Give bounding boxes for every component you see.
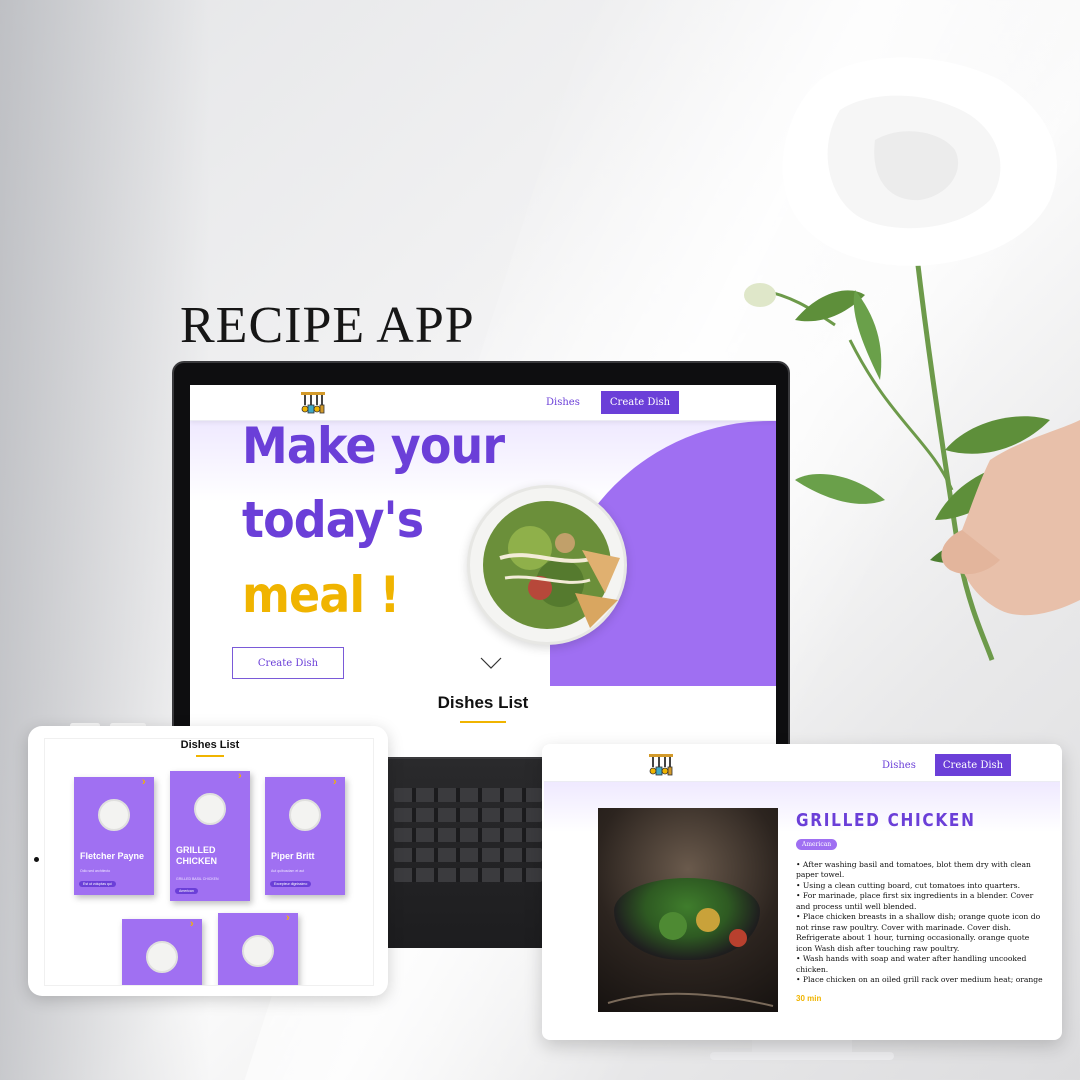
kitchen-utensils-icon[interactable] — [300, 390, 326, 416]
dish-photo — [598, 808, 778, 1012]
tablet: Dishes List › Fletcher Payne Odio sed ar… — [28, 726, 388, 996]
step-item: • Place chicken on an oiled grill rack o… — [796, 975, 1043, 984]
top-navbar: Dishes Create Dish — [544, 746, 1060, 782]
dish-thumbnail — [242, 935, 274, 967]
tablet-screen: Dishes List › Fletcher Payne Odio sed ar… — [44, 738, 374, 986]
dish-card-title: Piper Britt — [271, 851, 315, 861]
hero-create-dish-button[interactable]: Create Dish — [232, 647, 344, 679]
step-item: • Place chicken breasts in a shallow dis… — [796, 912, 1041, 953]
dish-time: 30 min — [796, 994, 822, 1003]
section-title-underline — [460, 721, 506, 723]
dish-card-title: GRILLED CHICKEN — [176, 845, 218, 866]
step-item: • For marinade, place first six ingredie… — [796, 891, 1034, 911]
dish-card-tag: American — [175, 888, 198, 894]
salad-plate-image — [467, 485, 627, 645]
dish-thumbnail — [98, 799, 130, 831]
step-item: • Wash hands with soap and water after h… — [796, 954, 1027, 974]
section-title: Dishes List — [437, 693, 529, 712]
laptop-screen: Dishes Create Dish Make your today's mea… — [190, 385, 776, 757]
dish-card[interactable]: › — [218, 912, 298, 985]
hero-headline-line1: Make your — [242, 417, 505, 475]
top-navbar: Dishes Create Dish — [190, 385, 776, 421]
laptop: Dishes Create Dish Make your today's mea… — [172, 361, 790, 759]
chevron-right-icon[interactable]: › — [142, 776, 146, 788]
dishes-list-underline — [196, 755, 224, 757]
dish-steps: • After washing basil and tomatoes, blot… — [796, 860, 1044, 984]
chevron-right-icon[interactable]: › — [190, 918, 194, 930]
nav-create-dish-button[interactable]: Create Dish — [601, 391, 679, 414]
monitor-screen: Dishes Create Dish GRILLED CHICKEN Ameri… — [544, 746, 1060, 1034]
dish-cuisine-badge: American — [796, 839, 838, 850]
hero-headline-line2: today's — [242, 491, 424, 549]
desktop-monitor: Dishes Create Dish GRILLED CHICKEN Ameri… — [542, 744, 1062, 1040]
monitor-stand-base — [710, 1052, 894, 1060]
dish-card[interactable]: › GRILLED CHICKEN GRILLED BASIL CHICKEN … — [170, 770, 250, 901]
nav-create-dish-button[interactable]: Create Dish — [935, 754, 1011, 776]
chevron-right-icon[interactable]: › — [286, 912, 290, 924]
tablet-camera — [34, 857, 39, 862]
dish-card[interactable]: › — [122, 918, 202, 985]
dish-card[interactable]: › Fletcher Payne Odio sed architecto Est… — [74, 776, 154, 895]
dish-thumbnail — [289, 799, 321, 831]
dish-thumbnail — [194, 793, 226, 825]
step-item: • Using a clean cutting board, cut tomat… — [796, 880, 1020, 890]
dish-card-subtitle: Aut quibusdam et aut — [271, 869, 305, 873]
dish-card-title: Fletcher Payne — [80, 851, 145, 861]
chevron-right-icon[interactable]: › — [238, 770, 242, 782]
dish-card-tag: Excepteur dignissimo — [270, 881, 312, 887]
brand-title: RECIPE APP — [180, 297, 475, 354]
nav-dishes-link[interactable]: Dishes — [882, 760, 916, 771]
step-item: • After washing basil and tomatoes, blot… — [796, 860, 1031, 880]
dish-card-subtitle: Odio sed architecto — [80, 869, 111, 873]
laptop-keyboard — [388, 758, 548, 948]
nav-dishes-link[interactable]: Dishes — [546, 397, 580, 408]
chevron-right-icon[interactable]: › — [333, 776, 337, 788]
dish-thumbnail — [146, 941, 178, 973]
dishes-list-title: Dishes List — [180, 739, 240, 751]
hero-headline-line3: meal ! — [242, 566, 400, 624]
dish-card-subtitle: GRILLED BASIL CHICKEN — [176, 877, 219, 881]
kitchen-utensils-icon[interactable] — [648, 752, 674, 778]
dish-card-tag: Est ut voluptas qui — [79, 881, 116, 887]
chevron-down-icon[interactable] — [480, 657, 502, 669]
dish-title: GRILLED CHICKEN — [796, 810, 976, 831]
dish-card[interactable]: › Piper Britt Aut quibusdam et aut Excep… — [265, 776, 345, 895]
